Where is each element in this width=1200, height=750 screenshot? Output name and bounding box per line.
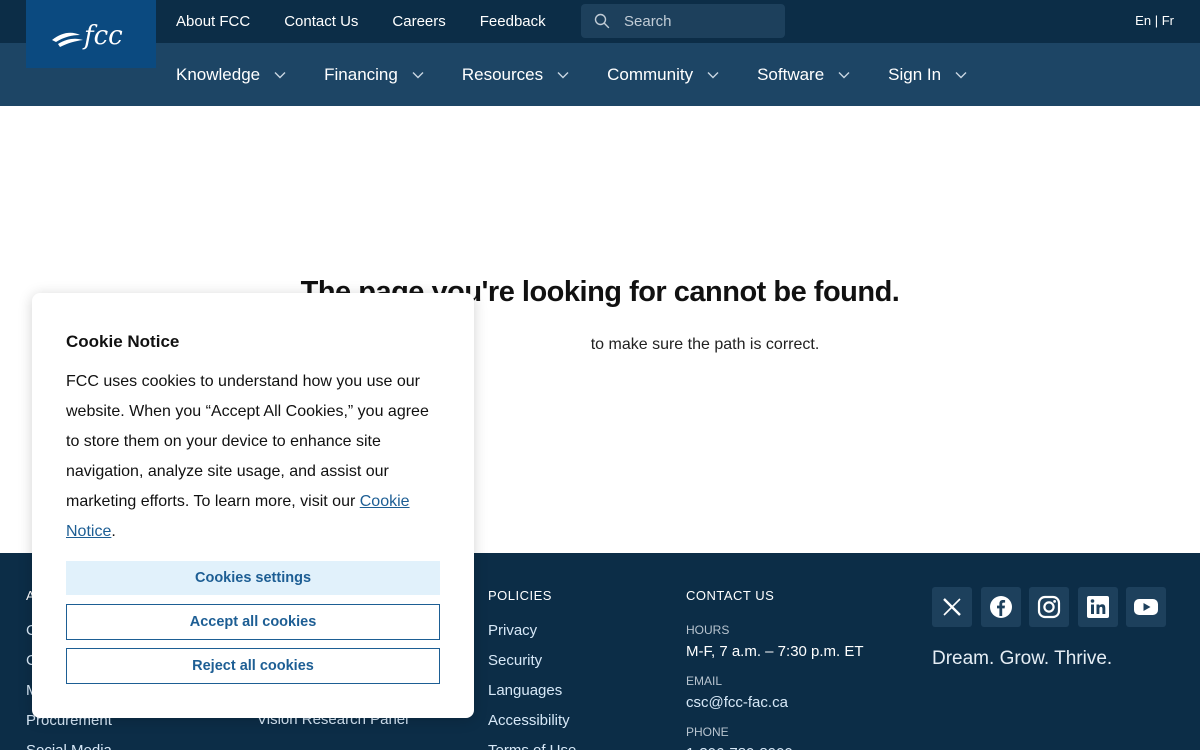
footer-contact-head: CONTACT US xyxy=(686,588,775,603)
chevron-down-icon xyxy=(274,71,286,78)
footer-link-accessibility[interactable]: Accessibility xyxy=(488,712,576,729)
nav-knowledge-label: Knowledge xyxy=(176,64,261,84)
linkedin-social-button[interactable] xyxy=(1077,587,1118,627)
cookie-notice-body: FCC uses cookies to understand how you u… xyxy=(66,367,446,547)
top-link-contact[interactable]: Contact Us xyxy=(284,13,358,30)
footer-link-terms-of-use[interactable]: Terms of Use xyxy=(488,742,576,750)
cookie-notice-period: . xyxy=(111,523,116,540)
footer-col-policies: POLICIES Privacy Security Languages Acce… xyxy=(488,553,576,750)
cookie-notice-title: Cookie Notice xyxy=(66,332,180,351)
nav-sign-in-label: Sign In xyxy=(888,64,942,84)
nav-community-label: Community xyxy=(607,64,694,84)
search-icon xyxy=(594,13,610,29)
nav-financing[interactable]: Financing xyxy=(324,65,424,85)
fcc-logo[interactable]: fcc xyxy=(26,0,156,68)
nav-resources-label: Resources xyxy=(461,64,544,84)
footer-link-security[interactable]: Security xyxy=(488,652,576,669)
phone-link[interactable]: 1-306-780-8900 xyxy=(686,745,864,750)
top-utility-bar: About FCC Contact Us Careers Feedback En… xyxy=(0,0,1200,43)
top-link-feedback[interactable]: Feedback xyxy=(480,13,546,30)
nav-community[interactable]: Community xyxy=(607,65,719,85)
x-icon xyxy=(943,598,961,616)
lang-en-link[interactable]: En xyxy=(1135,13,1151,28)
main-nav: Knowledge Financing Resources Community … xyxy=(176,43,1005,106)
chevron-down-icon xyxy=(707,71,719,78)
nav-sign-in[interactable]: Sign In xyxy=(888,65,967,85)
facebook-icon xyxy=(989,596,1012,618)
nav-knowledge[interactable]: Knowledge xyxy=(176,65,286,85)
top-links: About FCC Contact Us Careers Feedback xyxy=(176,0,580,43)
lang-separator: | xyxy=(1154,13,1159,28)
phone-label: PHONE xyxy=(686,725,729,739)
cookies-settings-button[interactable]: Cookies settings xyxy=(66,561,440,595)
top-link-careers[interactable]: Careers xyxy=(392,13,445,30)
svg-text:fcc: fcc xyxy=(82,21,123,51)
x-social-button[interactable] xyxy=(932,587,972,627)
chevron-down-icon xyxy=(412,71,424,78)
email-label: EMAIL xyxy=(686,674,723,688)
search-box[interactable] xyxy=(581,4,785,38)
youtube-social-button[interactable] xyxy=(1126,587,1166,627)
instagram-social-button[interactable] xyxy=(1029,587,1069,627)
footer-col-contact: CONTACT US HOURS M-F, 7 a.m. – 7:30 p.m.… xyxy=(686,553,864,750)
lang-fr-link[interactable]: Fr xyxy=(1162,13,1174,28)
youtube-icon xyxy=(1134,599,1158,615)
linkedin-icon xyxy=(1086,596,1109,618)
chevron-down-icon xyxy=(557,71,569,78)
hours-value: M-F, 7 a.m. – 7:30 p.m. ET xyxy=(686,643,864,660)
instagram-icon xyxy=(1037,595,1061,619)
fcc-logo-icon: fcc xyxy=(52,21,123,51)
hours-label: HOURS xyxy=(686,623,730,637)
top-link-about[interactable]: About FCC xyxy=(176,13,250,30)
footer-tagline: Dream. Grow. Thrive. xyxy=(932,648,1113,669)
nav-resources[interactable]: Resources xyxy=(462,65,569,85)
chevron-down-icon xyxy=(838,71,850,78)
nav-financing-label: Financing xyxy=(324,64,398,84)
footer-link-social-media[interactable]: Social Media xyxy=(26,742,112,750)
chevron-down-icon xyxy=(955,71,967,78)
cookie-notice-dialog: Cookie Notice FCC uses cookies to unders… xyxy=(32,293,474,718)
cookie-notice-text: FCC uses cookies to understand how you u… xyxy=(66,373,429,510)
accept-all-cookies-button[interactable]: Accept all cookies xyxy=(66,604,440,640)
language-switcher: En | Fr xyxy=(1135,13,1174,28)
reject-all-cookies-button[interactable]: Reject all cookies xyxy=(66,648,440,684)
search-input[interactable] xyxy=(624,12,774,30)
footer-link-languages[interactable]: Languages xyxy=(488,682,576,699)
footer-policies-head: POLICIES xyxy=(488,588,552,603)
footer-link-privacy[interactable]: Privacy xyxy=(488,622,576,639)
facebook-social-button[interactable] xyxy=(980,587,1021,627)
email-link[interactable]: csc@fcc-fac.ca xyxy=(686,694,864,711)
social-links xyxy=(932,587,1175,627)
nav-software-label: Software xyxy=(757,64,825,84)
nav-software[interactable]: Software xyxy=(757,65,850,85)
